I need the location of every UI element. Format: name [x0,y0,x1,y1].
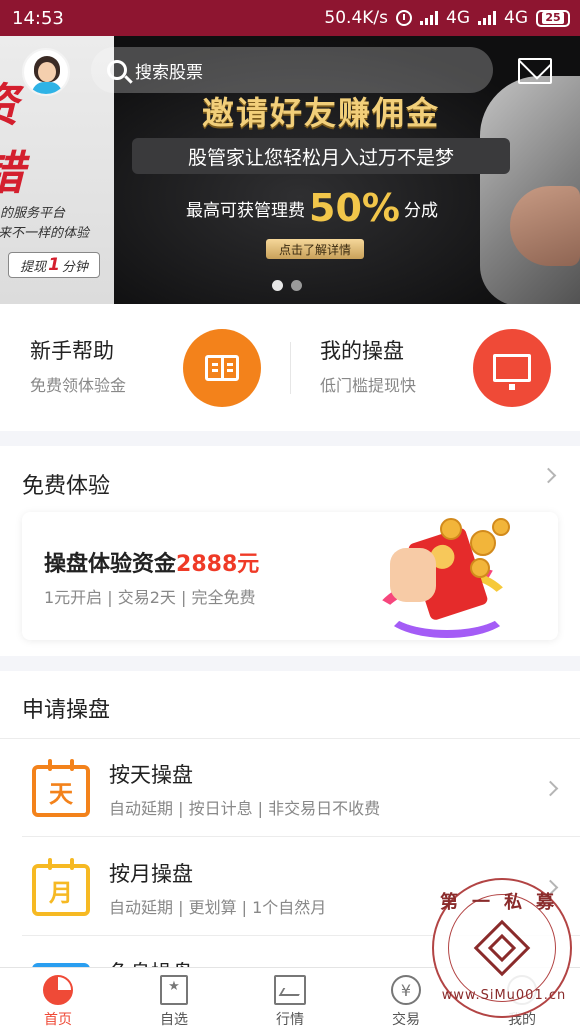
nav-home[interactable]: 首页 [0,968,116,1031]
prev-slide-line-2: 来不一样的体验 [0,226,90,241]
yen-icon: ¥ [391,975,421,1005]
watermark-top-text: 第一私募 [440,892,568,913]
watermark-stamp: 第一私募 www.SiMu001.cn [432,878,572,1018]
nav-label: 行情 [276,1012,304,1028]
quick-entry-subtitle: 低门槛提现快 [320,376,417,395]
list-item-subtitle: 自动延期 | 按日计息 | 非交易日不收费 [109,799,381,818]
banner-fee-line: 最高可获管理费 50% 分成 [186,186,438,230]
nav-watchlist[interactable]: ★ 自选 [116,968,232,1031]
banner-fee-percent: 50% [309,186,400,230]
status-bar: 14:53 50.4K/s 4G 4G 25 [0,0,580,36]
market-chart-icon [274,975,306,1005]
battery-icon: 25 [536,9,570,27]
pagination-dot[interactable] [291,280,302,291]
home-pie-icon [43,975,73,1005]
list-item-daily[interactable]: 天 按天操盘 自动延期 | 按日计息 | 非交易日不收费 [0,739,580,837]
free-experience-section: 免费体验 操盘体验资金2888元 1元开启 | 交易2天 | 完全免费 [0,446,580,656]
quick-entry-subtitle: 免费领体验金 [30,376,127,395]
divider [22,836,580,837]
prev-slide-button-num: 1 [48,255,60,275]
quick-entry-help[interactable]: 新手帮助 免费领体验金 [0,304,290,431]
banner-detail-button[interactable]: 点击了解详情 [266,239,364,259]
banner-title: 邀请好友赚佣金 [202,94,441,132]
nav-label: 交易 [392,1012,420,1028]
card-title: 操盘体验资金2888元 [44,546,259,578]
banner-fee-suffix: 分成 [403,200,438,221]
signal-icon [420,11,438,25]
quick-entry-section: 新手帮助 免费领体验金 我的操盘 低门槛提现快 [0,304,580,431]
list-item-subtitle: 自动延期 | 更划算 | 1个自然月 [109,898,327,917]
trend-chart-icon [473,329,551,407]
network-speed: 50.4K/s [324,8,388,28]
banner-subtitle: 股管家让您轻松月入过万不是梦 [132,138,510,174]
status-time: 14:53 [12,7,64,29]
prev-slide-big-text-2: 错 [0,148,24,198]
network-type-1: 4G [446,8,470,28]
list-item-title: 按天操盘 [109,763,193,787]
battery-level: 25 [542,12,564,24]
prev-slide-button: 提现 1 分钟 [8,252,100,278]
section-title: 申请操盘 [22,698,111,723]
nav-market[interactable]: 行情 [232,968,348,1031]
calendar-month-icon: 月 [32,858,92,918]
quick-entry-title: 新手帮助 [30,339,114,363]
red-envelope-illustration [362,512,542,650]
prev-slide-line-1: 的服务平台 [0,206,66,221]
watermark-url-text: www.SiMu001.cn [441,988,567,1003]
book-icon [183,329,261,407]
bookmark-star-icon: ★ [160,975,188,1005]
card-subtitle: 1元开启 | 交易2天 | 完全免费 [44,588,256,607]
list-item-title: 按月操盘 [109,862,193,886]
banner-fee-prefix: 最高可获管理费 [186,200,305,221]
quick-entry-title: 我的操盘 [320,339,404,363]
status-icons: 50.4K/s 4G 4G 25 [324,8,570,28]
prev-slide-button-prefix: 提现 [20,259,47,275]
calendar-day-icon: 天 [32,759,92,819]
quick-entry-my-trading[interactable]: 我的操盘 低门槛提现快 [290,304,580,431]
search-placeholder: 搜索股票 [135,62,203,83]
nav-label: 首页 [44,1012,72,1028]
chevron-right-icon[interactable] [540,467,557,484]
avatar[interactable] [22,48,70,96]
banner-pagination [272,280,302,291]
chevron-right-icon [542,780,559,797]
pagination-dot-active[interactable] [272,280,283,291]
search-icon [107,60,127,80]
mail-icon[interactable] [518,58,552,84]
card-title-prefix: 操盘体验资金 [44,552,177,577]
prev-slide-button-suffix: 分钟 [61,259,88,275]
signal-icon-2 [478,11,496,25]
experience-card[interactable]: 操盘体验资金2888元 1元开启 | 交易2天 | 完全免费 [22,512,558,650]
network-type-2: 4G [504,8,528,28]
calendar-day-glyph: 天 [32,759,90,817]
section-title: 免费体验 [22,474,111,499]
search-bar[interactable]: 搜索股票 [91,47,493,93]
banner-hand-graphic [510,186,580,266]
prev-slide-big-text-1: 资 [0,80,18,130]
card-amount: 2888元 [176,552,260,577]
nav-label: 自选 [160,1012,188,1028]
alarm-icon [396,10,412,26]
calendar-month-glyph: 月 [32,858,90,916]
